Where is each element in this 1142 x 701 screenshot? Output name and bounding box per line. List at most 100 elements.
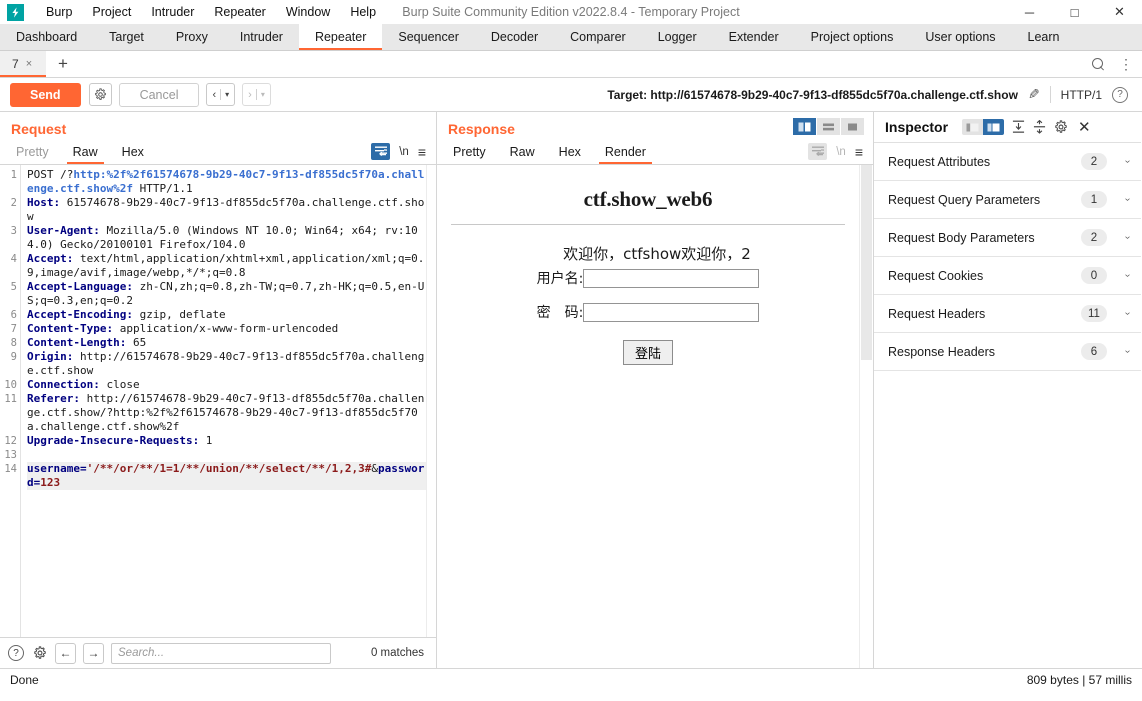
add-tab-button[interactable]: + (46, 51, 80, 77)
tab-dashboard[interactable]: Dashboard (0, 24, 93, 50)
tab-user-options[interactable]: User options (909, 24, 1011, 50)
minimize-button[interactable]: ─ (1007, 0, 1052, 24)
tab-sequencer[interactable]: Sequencer (382, 24, 474, 50)
gear-icon[interactable] (31, 645, 48, 662)
menu-burp[interactable]: Burp (36, 2, 82, 22)
close-inspector-icon[interactable]: ✕ (1078, 118, 1091, 136)
tab-decoder[interactable]: Decoder (475, 24, 554, 50)
chevron-down-icon[interactable]: › (1107, 308, 1133, 319)
close-window-button[interactable]: ✕ (1097, 0, 1142, 24)
response-scrollbar[interactable] (859, 165, 873, 668)
request-code-area[interactable]: 1 2 3 4 5 6 7 8 9 10 11 12 13 14 POST /?http:%2f%2f61… (0, 165, 426, 637)
code-line[interactable]: Content-Type: application/x-www-form-url… (27, 322, 426, 336)
search-input[interactable] (111, 642, 331, 664)
chevron-down-icon[interactable]: › (1107, 194, 1133, 205)
repeater-tab-7[interactable]: 7 × (0, 51, 46, 77)
response-tab-render[interactable]: Render (593, 139, 658, 164)
tab-learn[interactable]: Learn (1012, 24, 1076, 50)
code-line[interactable]: username='/**/or/**/1=1/**/union/**/sele… (27, 462, 426, 490)
tab-proxy[interactable]: Proxy (160, 24, 224, 50)
inspector-section-row[interactable]: Request Headers 11 › (874, 295, 1141, 333)
code-line[interactable] (27, 448, 426, 462)
code-line[interactable]: Accept-Encoding: gzip, deflate (27, 308, 426, 322)
send-button[interactable]: Send (10, 82, 81, 107)
request-menu-icon[interactable]: ≡ (418, 145, 426, 159)
word-wrap-icon[interactable] (371, 143, 391, 160)
request-scrollbar[interactable] (426, 165, 436, 637)
menu-intruder[interactable]: Intruder (141, 2, 204, 22)
code-line[interactable]: Referer: http://61574678-9b29-40c7-9f13-… (27, 392, 426, 434)
layout-split-vertical-button[interactable] (793, 118, 816, 135)
newline-icon[interactable]: \n (836, 146, 846, 158)
search-next-button[interactable]: → (83, 642, 104, 664)
request-tab-hex[interactable]: Hex (110, 139, 156, 164)
tab-extender[interactable]: Extender (713, 24, 795, 50)
tab-comparer[interactable]: Comparer (554, 24, 642, 50)
code-line[interactable]: Accept-Language: zh-CN,zh;q=0.8,zh-TW;q=… (27, 280, 426, 308)
pencil-icon[interactable]: ✎ (1028, 86, 1040, 103)
menu-help[interactable]: Help (340, 2, 386, 22)
word-wrap-icon[interactable] (808, 143, 828, 160)
close-icon[interactable]: × (26, 58, 32, 70)
menu-repeater[interactable]: Repeater (204, 2, 275, 22)
scrollbar-thumb[interactable] (861, 165, 872, 360)
history-back-button[interactable]: ‹ ▾ (206, 83, 236, 106)
code-line[interactable]: Content-Length: 65 (27, 336, 426, 350)
code-line[interactable]: Upgrade-Insecure-Requests: 1 (27, 434, 426, 448)
request-tab-pretty[interactable]: Pretty (4, 139, 61, 164)
inspector-wide-button[interactable] (983, 119, 1005, 135)
search-icon[interactable] (1092, 57, 1105, 71)
newline-icon[interactable]: \n (399, 146, 409, 158)
inspector-narrow-button[interactable] (962, 119, 984, 135)
help-icon[interactable]: ? (1112, 86, 1128, 103)
code-segment: Host: (27, 196, 61, 209)
response-menu-icon[interactable]: ≡ (855, 145, 863, 159)
search-prev-button[interactable]: ← (55, 642, 76, 664)
kebab-menu-icon[interactable]: ⋮ (1119, 57, 1133, 71)
layout-single-pane-button[interactable] (841, 118, 864, 135)
tab-project-options[interactable]: Project options (795, 24, 910, 50)
inspector-section-row[interactable]: Request Cookies 0 › (874, 257, 1141, 295)
code-line[interactable]: User-Agent: Mozilla/5.0 (Windows NT 10.0… (27, 224, 426, 252)
layout-split-horizontal-button[interactable] (817, 118, 840, 135)
window-controls: ─ □ ✕ (1007, 0, 1142, 24)
cancel-button[interactable]: Cancel (118, 82, 200, 107)
expand-all-icon[interactable] (1012, 120, 1025, 134)
inspector-section-row[interactable]: Request Query Parameters 1 › (874, 181, 1141, 219)
chevron-down-icon[interactable]: › (1107, 232, 1133, 243)
menu-window[interactable]: Window (276, 2, 340, 22)
request-code-lines[interactable]: POST /?http:%2f%2f61574678-9b29-40c7-9f1… (21, 165, 426, 637)
help-icon[interactable]: ? (8, 645, 24, 661)
collapse-all-icon[interactable] (1033, 120, 1046, 134)
inspector-section-row[interactable]: Response Headers 6 › (874, 333, 1141, 371)
code-line[interactable]: POST /?http:%2f%2f61574678-9b29-40c7-9f1… (27, 168, 426, 196)
tab-logger[interactable]: Logger (642, 24, 713, 50)
code-line[interactable]: Connection: close (27, 378, 426, 392)
rendered-username-input[interactable] (583, 268, 760, 288)
maximize-button[interactable]: □ (1052, 0, 1097, 24)
tab-intruder[interactable]: Intruder (224, 24, 299, 50)
code-line[interactable]: Accept: text/html,application/xhtml+xml,… (27, 252, 426, 280)
chevron-down-icon[interactable]: › (1107, 346, 1133, 357)
history-forward-button[interactable]: › ▾ (242, 83, 271, 106)
chevron-down-icon[interactable]: › (1107, 156, 1133, 167)
request-tab-raw[interactable]: Raw (61, 139, 110, 164)
gear-icon[interactable] (1054, 120, 1068, 134)
send-settings-gear-icon[interactable] (88, 83, 112, 106)
response-tab-raw[interactable]: Raw (498, 139, 547, 164)
response-tab-pretty[interactable]: Pretty (441, 139, 498, 164)
rendered-login-button[interactable]: 登陆 (622, 340, 673, 365)
code-line[interactable]: Origin: http://61574678-9b29-40c7-9f13-d… (27, 350, 426, 378)
code-line[interactable]: Host: 61574678-9b29-40c7-9f13-df855dc5f7… (27, 196, 426, 224)
tab-repeater[interactable]: Repeater (298, 24, 383, 50)
rendered-password-input[interactable] (583, 302, 760, 322)
chevron-down-icon[interactable]: › (1107, 270, 1133, 281)
http-version-label[interactable]: HTTP/1 (1061, 88, 1102, 102)
inspector-section-row[interactable]: Request Body Parameters 2 › (874, 219, 1141, 257)
request-editor[interactable]: 1 2 3 4 5 6 7 8 9 10 11 12 13 14 POST /?http:%2f%2f61… (0, 164, 436, 637)
inspector-section-row[interactable]: Request Attributes 2 › (874, 143, 1141, 181)
response-tab-hex[interactable]: Hex (547, 139, 593, 164)
tab-target[interactable]: Target (93, 24, 160, 50)
code-segment: '/**/or/**/1=1/**/union/**/select/**/1,2… (86, 462, 372, 475)
menu-project[interactable]: Project (82, 2, 141, 22)
